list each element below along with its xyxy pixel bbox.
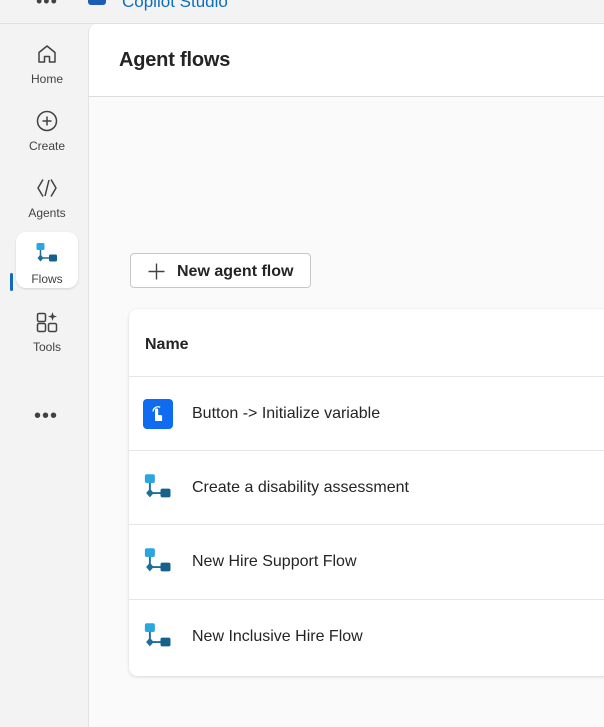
flow-icon [144, 474, 171, 498]
nav-label: Tools [32, 340, 61, 354]
page-header: Agent flows [89, 24, 604, 97]
main-content: Agent flows New agent flow Name Button -… [88, 24, 604, 727]
flow-name[interactable]: Button -> Initialize variable [192, 405, 380, 423]
flow-name[interactable]: Create a disability assessment [192, 479, 409, 497]
home-icon [38, 45, 56, 63]
touch-button-icon [143, 399, 173, 429]
plus-icon [148, 263, 165, 280]
flow-icon [144, 623, 171, 647]
copilot-studio-logo [88, 0, 106, 5]
active-indicator [10, 273, 13, 291]
page-title: Agent flows [119, 49, 231, 71]
left-nav: Home Create Agents Flows Tools ••• [0, 24, 88, 727]
nav-item-agents[interactable]: Agents [16, 166, 78, 222]
agents-icon [37, 179, 57, 197]
table-row[interactable]: New Inclusive Hire Flow [129, 599, 604, 674]
column-header-name[interactable]: Name [145, 336, 189, 354]
nav-item-tools[interactable]: Tools [16, 300, 78, 356]
tools-icon [36, 312, 58, 333]
app-launcher-icon[interactable]: ••• [36, 0, 58, 12]
nav-item-flows[interactable]: Flows [16, 232, 78, 288]
flow-name[interactable]: New Inclusive Hire Flow [192, 628, 363, 646]
nav-item-create[interactable]: Create [16, 99, 78, 155]
table-row[interactable]: New Hire Support Flow [129, 524, 604, 599]
nav-label: Flows [31, 272, 63, 286]
new-agent-flow-button[interactable]: New agent flow [130, 253, 311, 288]
nav-label: Agents [28, 206, 66, 220]
nav-item-home[interactable]: Home [16, 32, 78, 88]
nav-label: Home [30, 72, 63, 86]
flow-icon [144, 548, 171, 572]
add-circle-icon [36, 110, 58, 132]
flow-name[interactable]: New Hire Support Flow [192, 553, 357, 571]
nav-label: Create [28, 139, 66, 153]
flow-icon [36, 243, 57, 262]
flows-table: Name Button -> Initialize variable Creat… [129, 309, 604, 676]
top-bar: ••• Copilot Studio [0, 0, 604, 24]
table-row[interactable]: Create a disability assessment [129, 450, 604, 525]
more-icon[interactable]: ••• [34, 405, 58, 428]
app-name[interactable]: Copilot Studio [122, 0, 228, 12]
table-row[interactable]: Button -> Initialize variable [129, 376, 604, 451]
new-agent-flow-label: New agent flow [177, 263, 294, 280]
